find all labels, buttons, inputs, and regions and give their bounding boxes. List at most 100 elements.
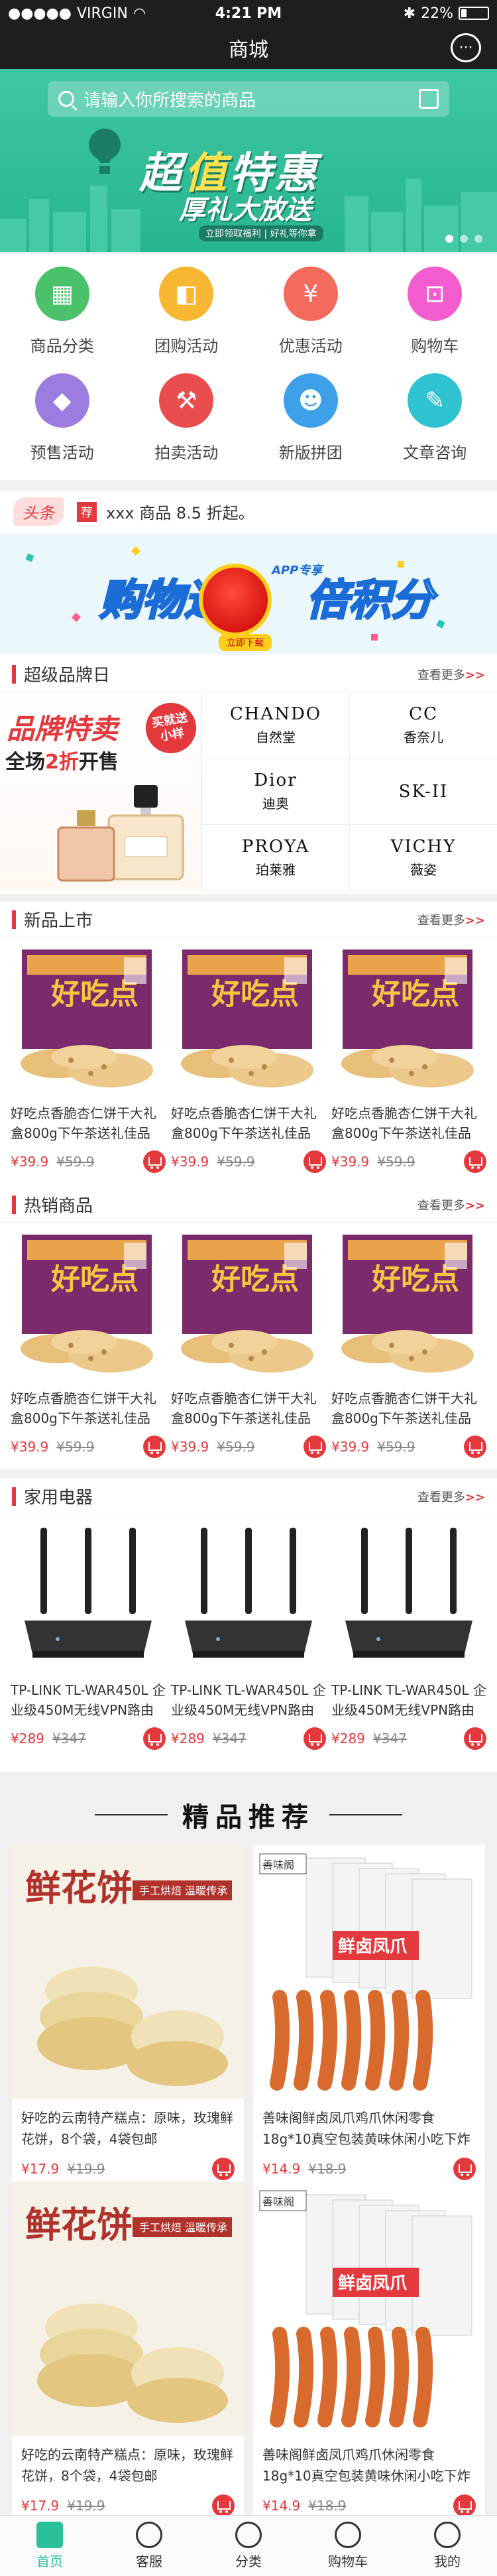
product-price: ¥39.9 xyxy=(11,1154,49,1170)
brand-logo[interactable]: CHANDO 自然堂 xyxy=(201,692,349,759)
add-to-cart-icon[interactable] xyxy=(143,1436,166,1458)
brand-logo[interactable]: VICHY 薇姿 xyxy=(349,825,497,891)
view-more-link[interactable]: 查看更多>> xyxy=(417,1196,485,1213)
divider xyxy=(95,1814,168,1815)
biscuit-box-image: 好吃点 xyxy=(11,1229,165,1383)
svg-text:善味阁: 善味阁 xyxy=(262,1859,294,1871)
headline-row[interactable]: 头条 荐 xxx 商品 8.5 折起。 xyxy=(0,491,497,533)
brand-name-en: CHANDO xyxy=(229,704,322,724)
carousel-dot[interactable] xyxy=(460,235,468,243)
product-old-price: ¥347 xyxy=(372,1731,407,1747)
tab-home[interactable]: 首页 xyxy=(0,2516,99,2576)
tab-category[interactable]: 分类 xyxy=(199,2516,298,2576)
flower-cake-image: 鲜花饼 手工烘焙 温暖传承 xyxy=(12,2181,244,2436)
category-label: 预售活动 xyxy=(30,444,94,462)
product-old-price: ¥59.9 xyxy=(56,1439,95,1455)
add-to-cart-icon[interactable] xyxy=(453,2494,476,2517)
featured-card[interactable]: 鲜花饼 手工烘焙 温暖传承 好吃的云南特产糕点：原味，玫瑰鲜花饼，8个袋，4袋包邮 ¥… xyxy=(12,1845,244,2237)
scan-icon[interactable] xyxy=(419,89,439,109)
carousel-dot[interactable] xyxy=(445,235,453,243)
product-card[interactable]: 好吃点 好吃点香脆杏仁饼干大礼盒800g下午茶送礼佳品 ¥39.9 ¥59.9 xyxy=(8,944,168,1175)
tab-label: 首页 xyxy=(36,2553,63,2569)
perfume-bottle-image xyxy=(57,810,115,882)
tab-profile[interactable]: 我的 xyxy=(398,2516,497,2576)
add-to-cart-icon[interactable] xyxy=(304,1436,326,1458)
add-to-cart-icon[interactable] xyxy=(453,2158,476,2180)
message-icon[interactable]: ··· xyxy=(451,33,481,62)
brand-name-en: SK-II xyxy=(398,781,449,802)
banner-subtitle: 厚礼大放送 xyxy=(179,195,311,225)
product-row: 好吃点 好吃点香脆杏仁饼干大礼盒800g下午茶送礼佳品 ¥39.9 ¥59.9 好吃点好… xyxy=(0,938,497,1175)
product-price: ¥39.9 xyxy=(331,1154,370,1170)
search-input[interactable]: 请输入你所搜索的商品 xyxy=(83,87,256,111)
product-card[interactable]: 好吃点 好吃点香脆杏仁饼干大礼盒800g下午茶送礼佳品 ¥39.9 ¥59.9 xyxy=(329,944,489,1175)
brand-logo[interactable]: CC 香奈儿 xyxy=(349,692,497,759)
product-name: TP-LINK TL-WAR450L 企业级450M无线VPN路由器千兆端口 家… xyxy=(331,1682,486,1718)
biscuit-box-image: 好吃点 xyxy=(172,944,325,1098)
group-buy-icon: ◧ xyxy=(159,267,214,321)
router-image xyxy=(332,1521,486,1675)
product-card[interactable]: 好吃点 好吃点香脆杏仁饼干大礼盒800g下午茶送礼佳品 ¥39.9 ¥59.9 xyxy=(168,1229,329,1460)
add-to-cart-icon[interactable] xyxy=(464,1727,486,1750)
add-to-cart-icon[interactable] xyxy=(464,1150,486,1173)
product-name: 好吃点香脆杏仁饼干大礼盒800g下午茶送礼佳品 xyxy=(171,1390,317,1426)
category-label: 拍卖活动 xyxy=(154,444,219,462)
headline-tag: 头条 xyxy=(13,497,64,526)
product-card[interactable]: TP-LINK TL-WAR450L 企业级450M无线VPN路由器千兆端口 家… xyxy=(168,1521,329,1752)
search-icon xyxy=(58,91,74,107)
product-price: ¥39.9 xyxy=(171,1439,209,1455)
brand-sale-banner[interactable]: 品牌特卖 全场2折开售 买就送 小样 xyxy=(0,692,201,891)
add-to-cart-icon[interactable] xyxy=(212,2158,235,2180)
product-card[interactable]: TP-LINK TL-WAR450L 企业级450M无线VPN路由器千兆端口 家… xyxy=(329,1521,489,1752)
brand-logo[interactable]: PROYA 珀莱雅 xyxy=(201,825,349,891)
view-more-link[interactable]: 查看更多>> xyxy=(417,911,485,928)
featured-card[interactable]: 善味阁鲜卤凤爪善味阁鲜卤凤爪鸡爪休闲零食18g*10真空包装黄味休闲小吃下炸熟和… xyxy=(253,1845,485,2237)
add-to-cart-icon[interactable] xyxy=(143,1150,166,1173)
category-item[interactable]: ⚒ 拍卖活动 xyxy=(125,373,249,479)
product-card[interactable]: TP-LINK TL-WAR450L 企业级450M无线VPN路由器千兆端口 家… xyxy=(8,1521,168,1752)
product-card[interactable]: 好吃点 好吃点香脆杏仁饼干大礼盒800g下午茶送礼佳品 ¥39.9 ¥59.9 xyxy=(329,1229,489,1460)
carousel-dots[interactable] xyxy=(445,235,482,243)
carousel-dot[interactable] xyxy=(474,235,482,243)
category-item[interactable]: ◆ 预售活动 xyxy=(0,373,125,479)
view-more-link[interactable]: 查看更多>> xyxy=(417,666,485,683)
svg-text:善味阁: 善味阁 xyxy=(262,2195,294,2208)
category-item[interactable]: ▦ 商品分类 xyxy=(0,267,125,373)
view-more-link[interactable]: 查看更多>> xyxy=(417,1488,485,1505)
section-title: 超级品牌日 xyxy=(24,666,111,686)
add-to-cart-icon[interactable] xyxy=(304,1150,326,1173)
promo-download-button[interactable]: 立即下载 xyxy=(219,634,272,651)
section-header: 热销商品 查看更多>> xyxy=(0,1187,497,1223)
brand-logo[interactable]: Dior 迪奥 xyxy=(201,759,349,825)
add-to-cart-icon[interactable] xyxy=(304,1727,326,1750)
promo-banner[interactable]: 购物返 倍积分 APP专享 立即下载 xyxy=(0,534,497,654)
category-item[interactable]: ☻ 新版拼团 xyxy=(248,373,373,479)
category-item[interactable]: ✎ 文章咨询 xyxy=(373,373,497,479)
biscuit-box-image: 好吃点 xyxy=(172,1229,325,1383)
product-name: 好吃的云南特产糕点：原味，玫瑰鲜花饼，8个袋，4袋包邮 xyxy=(21,2110,233,2147)
product-card[interactable]: 好吃点 好吃点香脆杏仁饼干大礼盒800g下午茶送礼佳品 ¥39.9 ¥59.9 xyxy=(168,944,329,1175)
brand-name-cn: 自然堂 xyxy=(256,729,296,745)
tab-cart[interactable]: 购物车 xyxy=(298,2516,398,2576)
tab-chat[interactable]: 客服 xyxy=(99,2516,199,2576)
product-price: ¥39.9 xyxy=(11,1439,49,1455)
category-item[interactable]: ¥ 优惠活动 xyxy=(248,267,373,373)
search-bar[interactable]: 请输入你所搜索的商品 xyxy=(48,81,449,117)
team-icon: ☻ xyxy=(283,373,338,428)
add-to-cart-icon[interactable] xyxy=(143,1727,166,1750)
bluetooth-icon: ✱ xyxy=(403,5,416,22)
add-to-cart-icon[interactable] xyxy=(464,1436,486,1458)
divider xyxy=(329,1814,402,1815)
brand-name-cn: 薇姿 xyxy=(410,862,437,878)
product-old-price: ¥347 xyxy=(52,1731,86,1747)
product-card[interactable]: 好吃点 好吃点香脆杏仁饼干大礼盒800g下午茶送礼佳品 ¥39.9 ¥59.9 xyxy=(8,1229,168,1460)
product-price-row: ¥39.9 ¥59.9 xyxy=(168,1148,329,1175)
hero-banner[interactable]: 请输入你所搜索的商品 超值特惠 厚礼大放送 立即领取福利 | 好礼等你拿 xyxy=(0,69,497,252)
category-item[interactable]: ◧ 团购活动 xyxy=(125,267,249,373)
headline-text[interactable]: xxx 商品 8.5 折起。 xyxy=(106,500,254,523)
brand-name-en: CC xyxy=(409,704,438,724)
category-item[interactable]: ⊡ 购物车 xyxy=(373,267,497,373)
section-title: 热销商品 xyxy=(24,1196,93,1216)
add-to-cart-icon[interactable] xyxy=(212,2494,235,2517)
brand-logo[interactable]: SK-II xyxy=(349,759,497,825)
